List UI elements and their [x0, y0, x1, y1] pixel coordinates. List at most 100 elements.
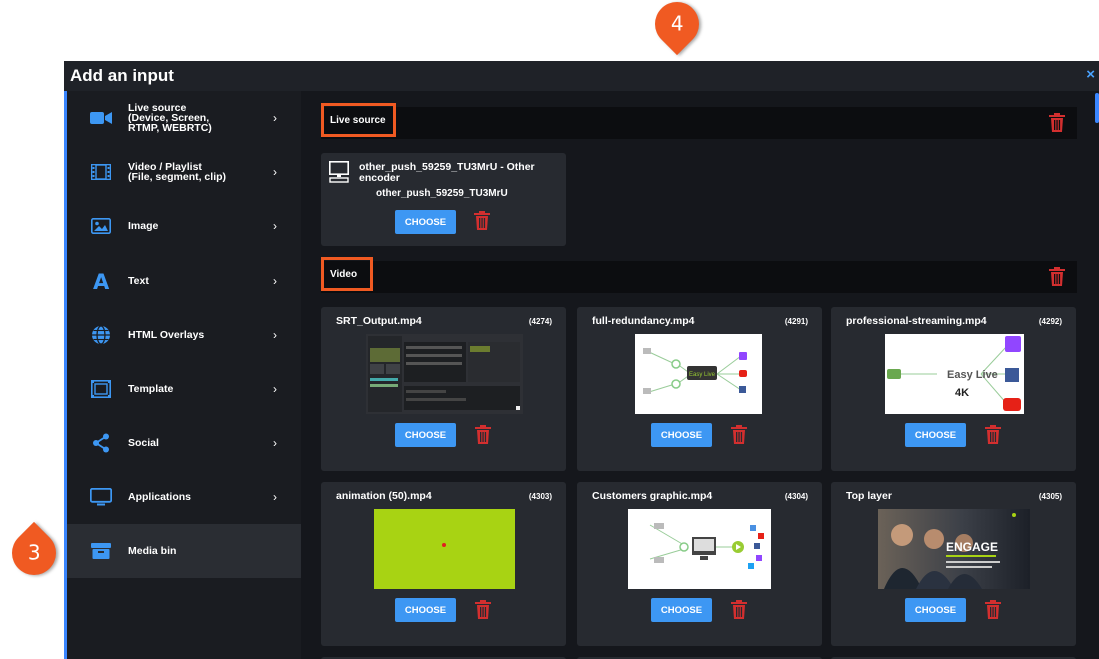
video-name: Customers graphic.mp4	[592, 490, 713, 502]
choose-button[interactable]: CHOOSE	[905, 423, 966, 447]
sidebar-item-html-overlays[interactable]: HTML Overlays ›	[67, 308, 301, 362]
thumb-4k-text: 4K	[955, 387, 969, 399]
thumb-dot	[442, 543, 446, 547]
image-icon	[89, 214, 113, 238]
sidebar-item-label: Media bin	[128, 545, 177, 557]
choose-button[interactable]: CHOOSE	[905, 598, 966, 622]
delete-button[interactable]	[474, 211, 492, 231]
chevron-right-icon: ›	[273, 436, 277, 450]
dialog-titlebar: Add an input ×	[64, 61, 1099, 91]
choose-button[interactable]: CHOOSE	[651, 423, 712, 447]
live-source-section-header: Live source	[321, 103, 1077, 139]
video-card: Top layer (4305) ENGAGE CHOOSE	[831, 482, 1076, 646]
trash-icon	[475, 600, 491, 619]
video-thumbnail[interactable]: Easy Live 4K	[885, 334, 1024, 414]
live-source-section-title: Live source	[321, 103, 396, 137]
choose-button[interactable]: CHOOSE	[395, 210, 456, 234]
globe-icon	[89, 323, 113, 347]
video-id: (4291)	[784, 317, 808, 326]
chevron-right-icon: ›	[273, 219, 277, 233]
choose-button[interactable]: CHOOSE	[395, 598, 456, 622]
svg-text:A: A	[93, 271, 110, 291]
trash-icon	[731, 425, 747, 444]
trash-icon	[985, 600, 1001, 619]
delete-button[interactable]	[985, 425, 1003, 445]
chevron-right-icon: ›	[273, 490, 277, 504]
delete-button[interactable]	[475, 425, 493, 445]
sidebar-item-text[interactable]: A Text ›	[67, 254, 301, 308]
sidebar-item-label: Social	[128, 437, 159, 449]
step-3-marker: 3	[2, 521, 66, 585]
chevron-right-icon: ›	[273, 165, 277, 179]
video-section-header: Video	[321, 257, 1077, 293]
sidebar-item-image[interactable]: Image ›	[67, 199, 301, 253]
delete-button[interactable]	[731, 425, 749, 445]
video-section-title: Video	[321, 257, 373, 291]
delete-button[interactable]	[731, 600, 749, 620]
chevron-right-icon: ›	[273, 274, 277, 288]
dialog-title: Add an input	[70, 66, 174, 85]
video-name: SRT_Output.mp4	[336, 315, 422, 327]
scrollbar-thumb[interactable]	[1095, 93, 1099, 123]
sidebar-item-label: Live source (Device, Screen, RTMP, WEBRT…	[128, 102, 212, 134]
desktop-icon	[329, 161, 349, 188]
sidebar-item-label: Video / Playlist (File, segment, clip)	[128, 161, 227, 183]
sidebar-item-live-source[interactable]: Live source (Device, Screen, RTMP, WEBRT…	[67, 91, 301, 145]
text-icon: A	[89, 269, 113, 293]
video-name: Top layer	[846, 490, 892, 502]
add-input-dialog: Add an input × Live source (Device, Scre…	[64, 61, 1099, 659]
video-id: (4304)	[784, 492, 808, 501]
video-id: (4305)	[1038, 492, 1062, 501]
delete-button[interactable]	[475, 600, 493, 620]
sidebar-item-media-bin[interactable]: Media bin	[67, 524, 301, 578]
video-camera-icon	[89, 106, 113, 130]
video-id: (4274)	[528, 317, 552, 326]
trash-icon	[474, 211, 490, 230]
sidebar-item-label: HTML Overlays	[128, 329, 205, 341]
video-card: full-redundancy.mp4 (4291) Easy Live CHO…	[577, 307, 822, 471]
video-card: professional-streaming.mp4 (4292) Easy L…	[831, 307, 1076, 471]
content-scrollbar[interactable]	[1095, 91, 1099, 659]
thumb-logo-text: Easy Live	[689, 372, 716, 378]
sidebar-item-label: Template	[128, 383, 174, 395]
share-icon	[89, 431, 113, 455]
sidebar-item-video-playlist[interactable]: Video / Playlist (File, segment, clip) ›	[67, 145, 301, 199]
sidebar-item-social[interactable]: Social ›	[67, 416, 301, 470]
video-thumbnail[interactable]: ENGAGE	[878, 509, 1030, 589]
video-thumbnail[interactable]	[628, 509, 771, 589]
video-name: professional-streaming.mp4	[846, 315, 987, 327]
choose-button[interactable]: CHOOSE	[395, 423, 456, 447]
step-3-number: 3	[27, 541, 41, 566]
live-source-subname: other_push_59259_TU3MrU	[376, 188, 508, 199]
input-type-sidebar: Live source (Device, Screen, RTMP, WEBRT…	[67, 91, 301, 659]
video-id: (4292)	[1038, 317, 1062, 326]
sidebar-item-applications[interactable]: Applications ›	[67, 470, 301, 524]
delete-section-button[interactable]	[1049, 113, 1065, 137]
video-thumbnail[interactable]	[374, 509, 515, 589]
delete-section-button[interactable]	[1049, 267, 1065, 291]
trash-icon	[985, 425, 1001, 444]
sidebar-item-template[interactable]: Template ›	[67, 362, 301, 416]
archive-box-icon	[89, 539, 113, 563]
video-id: (4303)	[528, 492, 552, 501]
film-icon	[89, 160, 113, 184]
chevron-right-icon: ›	[273, 382, 277, 396]
chevron-right-icon: ›	[273, 111, 277, 125]
video-card: animation (50).mp4 (4303) CHOOSE	[321, 482, 566, 646]
monitor-icon	[89, 485, 113, 509]
video-card: Customers graphic.mp4 (4304) CHOOSE	[577, 482, 822, 646]
video-thumbnail[interactable]: Easy Live	[635, 334, 762, 414]
delete-button[interactable]	[985, 600, 1003, 620]
thumb-headline-text: ENGAGE	[946, 540, 998, 554]
step-4-number: 4	[670, 12, 684, 37]
video-name: full-redundancy.mp4	[592, 315, 695, 327]
video-thumbnail[interactable]	[366, 334, 523, 414]
trash-icon	[731, 600, 747, 619]
sidebar-item-label: Text	[128, 275, 149, 287]
choose-button[interactable]: CHOOSE	[651, 598, 712, 622]
trash-icon	[1049, 267, 1065, 286]
close-button[interactable]: ×	[1086, 66, 1095, 83]
live-source-card: other_push_59259_TU3MrU - Other encoder …	[321, 153, 566, 246]
trash-icon	[475, 425, 491, 444]
step-4-marker: 4	[645, 0, 709, 56]
